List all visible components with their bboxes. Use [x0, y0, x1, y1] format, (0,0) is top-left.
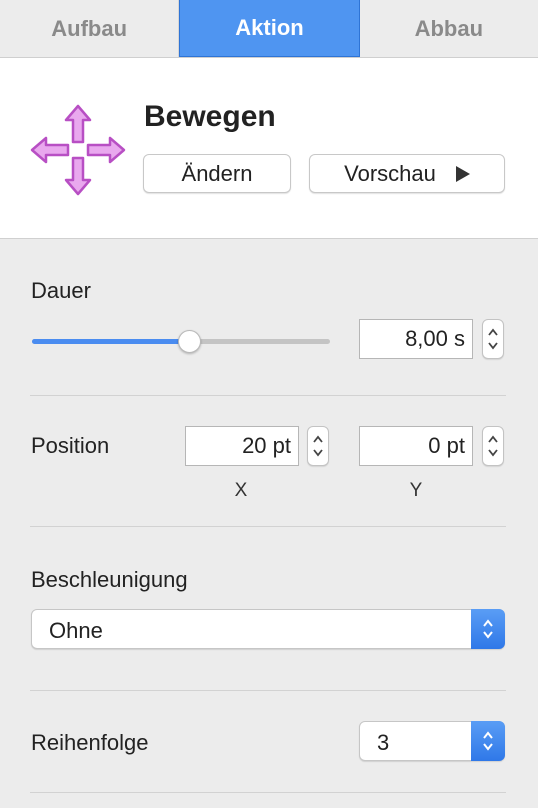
position-x-field[interactable]: 20 pt	[185, 426, 299, 466]
effect-title: Bewegen	[144, 100, 276, 133]
position-label: Position	[31, 433, 110, 458]
acceleration-value: Ohne	[49, 618, 103, 643]
effect-tabs: Aufbau Aktion Abbau	[0, 0, 538, 58]
section-divider	[30, 395, 506, 396]
order-label: Reihenfolge	[31, 730, 149, 755]
order-value: 3	[377, 730, 390, 755]
move-arrows-icon	[30, 104, 126, 196]
section-divider	[30, 792, 506, 793]
preview-button[interactable]: Vorschau	[309, 154, 505, 193]
duration-slider-thumb[interactable]	[178, 330, 202, 353]
position-y-field[interactable]: 0 pt	[359, 426, 473, 466]
duration-slider[interactable]	[32, 330, 330, 353]
position-y-label: Y	[409, 480, 423, 501]
duration-stepper[interactable]	[482, 319, 504, 359]
preview-button-label: Vorschau	[344, 160, 436, 186]
duration-slider-fill	[32, 339, 190, 344]
stepper-arrows-icon	[313, 435, 323, 457]
acceleration-label: Beschleunigung	[31, 567, 188, 592]
play-icon	[455, 165, 470, 182]
order-popup[interactable]: 3	[359, 721, 505, 761]
position-y-stepper[interactable]	[482, 426, 504, 466]
tab-build-in[interactable]: Aufbau	[0, 0, 180, 57]
change-button-label: Ändern	[181, 160, 253, 186]
popup-chevrons-icon	[471, 721, 505, 761]
section-divider	[30, 690, 506, 691]
acceleration-popup[interactable]: Ohne	[31, 609, 505, 649]
duration-label: Dauer	[31, 278, 91, 303]
stepper-arrows-icon	[488, 328, 498, 350]
duration-field[interactable]: 8,00 s	[359, 319, 473, 359]
tab-build-out[interactable]: Abbau	[360, 0, 538, 57]
popup-chevrons-icon	[471, 609, 505, 649]
position-x-label: X	[234, 480, 248, 501]
effect-header: Bewegen Ändern Vorschau	[0, 58, 538, 239]
tab-action[interactable]: Aktion	[179, 0, 360, 57]
position-x-stepper[interactable]	[307, 426, 329, 466]
stepper-arrows-icon	[488, 435, 498, 457]
section-divider	[30, 526, 506, 527]
change-button[interactable]: Ändern	[143, 154, 291, 193]
